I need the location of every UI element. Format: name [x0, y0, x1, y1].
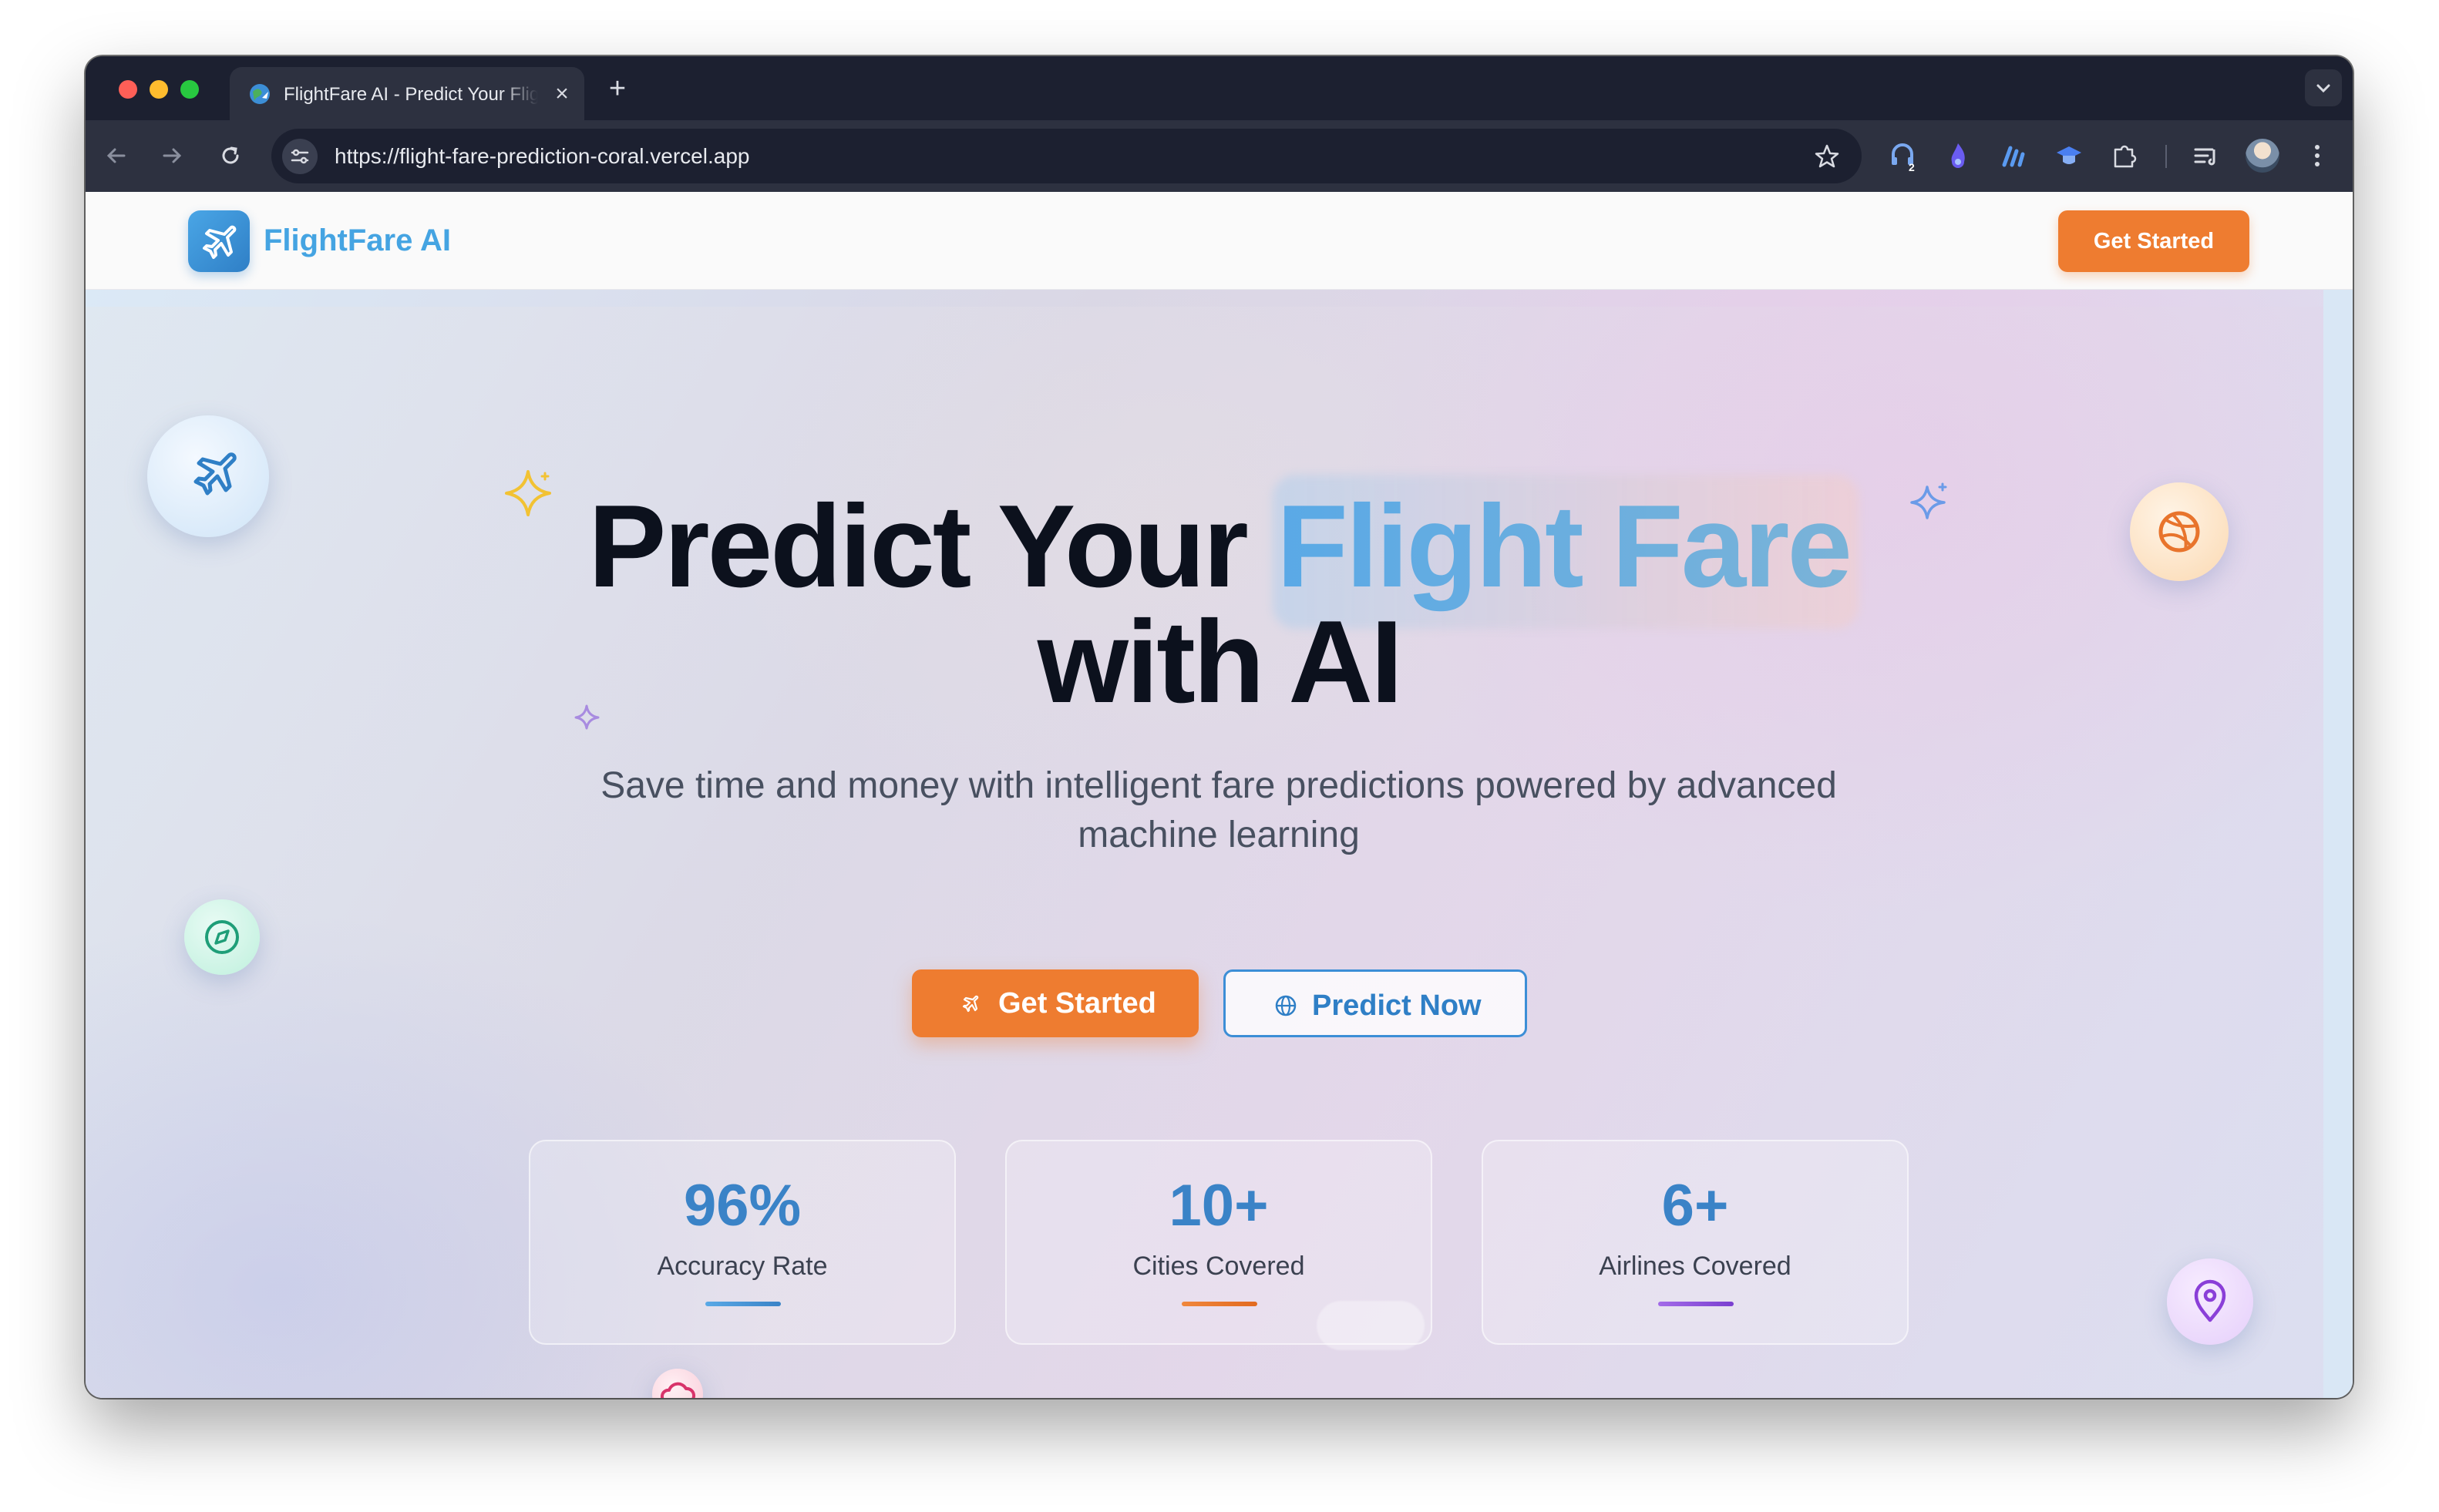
hero-get-started-button[interactable]: Get Started	[912, 969, 1199, 1037]
bookmark-star-icon[interactable]	[1812, 142, 1842, 171]
stat-card-airlines: 6+ Airlines Covered	[1482, 1140, 1909, 1345]
browser-window: FlightFare AI - Predict Your Flight Fare…	[86, 56, 2353, 1398]
toolbar-divider	[2165, 145, 2167, 168]
minimize-window-button[interactable]	[150, 80, 168, 99]
site-info-button[interactable]	[282, 139, 318, 174]
hero-title-highlight: Flight Fare	[1277, 481, 1852, 612]
hero-title: Predict Your Flight Fare with AI	[86, 488, 2353, 721]
stat-label: Cities Covered	[1132, 1252, 1305, 1281]
tab-title: FlightFare AI - Predict Your Flight Fare	[284, 84, 538, 105]
stat-accent-bar	[705, 1302, 781, 1306]
tune-icon	[291, 149, 309, 164]
extension-graduation-icon[interactable]	[2052, 139, 2086, 173]
extension-flame-icon[interactable]	[1941, 139, 1975, 173]
reload-icon[interactable]	[215, 140, 246, 171]
back-arrow-icon[interactable]	[101, 140, 132, 171]
forward-arrow-icon[interactable]	[156, 140, 187, 171]
floating-location-bubble	[2167, 1258, 2253, 1345]
extensions-puzzle-icon[interactable]	[2108, 139, 2141, 173]
globe-favicon-icon	[250, 84, 270, 104]
hero-predict-now-button[interactable]: Predict Now	[1223, 969, 1527, 1037]
stat-card-accuracy: 96% Accuracy Rate	[529, 1140, 956, 1345]
web-page: FlightFare AI Get Started Predict Your F…	[86, 192, 2353, 1398]
hero-predict-now-label: Predict Now	[1312, 990, 1482, 1022]
tab-close-icon[interactable]: ×	[550, 82, 574, 106]
browser-tab[interactable]: FlightFare AI - Predict Your Flight Fare…	[230, 67, 584, 120]
browser-toolbar: https://flight-fare-prediction-coral.ver…	[86, 120, 2353, 192]
logo-mark[interactable]	[188, 210, 250, 272]
tab-bar: FlightFare AI - Predict Your Flight Fare…	[86, 56, 2353, 120]
header-get-started-button[interactable]: Get Started	[2058, 210, 2249, 272]
globe-icon	[1275, 995, 1297, 1016]
site-header: FlightFare AI Get Started	[86, 192, 2353, 290]
site-logo-text[interactable]: FlightFare AI	[264, 220, 451, 261]
stat-label: Airlines Covered	[1599, 1252, 1791, 1281]
hero-title-part2: with AI	[1037, 596, 1404, 727]
hero-get-started-label: Get Started	[998, 987, 1156, 1020]
plane-icon	[962, 995, 979, 1013]
hero-subtitle: Save time and money with intelligent far…	[600, 765, 1837, 855]
address-bar[interactable]: https://flight-fare-prediction-coral.ver…	[271, 129, 1862, 183]
stat-value: 96%	[683, 1173, 802, 1238]
hero-section: Predict Your Flight Fare with AI Save ti…	[86, 290, 2353, 1398]
decorative-glass-pill	[1317, 1301, 1425, 1350]
more-menu-icon[interactable]	[2300, 139, 2334, 173]
screen: FlightFare AI - Predict Your Flight Fare…	[0, 0, 2439, 1512]
maximize-window-button[interactable]	[180, 80, 199, 99]
hero-edge-strip	[2323, 290, 2353, 1398]
stat-value: 10+	[1169, 1173, 1269, 1238]
map-pin-icon	[2194, 1279, 2226, 1322]
compass-icon	[205, 920, 239, 954]
extension-badge: 2	[1909, 161, 1915, 173]
profile-avatar[interactable]	[2246, 139, 2279, 173]
tab-search-button[interactable]	[2305, 69, 2342, 106]
reading-list-icon[interactable]	[2189, 139, 2223, 173]
extension-chart-icon[interactable]	[1997, 139, 2030, 173]
plane-icon	[203, 225, 237, 259]
cloud-icon	[660, 1382, 695, 1398]
chevron-down-icon	[2316, 84, 2330, 93]
close-window-button[interactable]	[119, 80, 137, 99]
extension-headphones-icon[interactable]: 2	[1886, 139, 1919, 173]
stat-accent-bar	[1182, 1302, 1257, 1306]
new-tab-button[interactable]: +	[602, 73, 633, 104]
stat-accent-bar	[1658, 1302, 1734, 1306]
floating-compass-bubble	[184, 899, 260, 975]
stat-value: 6+	[1661, 1173, 1729, 1238]
hero-title-part1: Predict Your	[588, 481, 1277, 612]
stat-label: Accuracy Rate	[657, 1252, 828, 1281]
floating-cloud-bubble	[652, 1369, 703, 1398]
url-text[interactable]: https://flight-fare-prediction-coral.ver…	[335, 144, 749, 169]
